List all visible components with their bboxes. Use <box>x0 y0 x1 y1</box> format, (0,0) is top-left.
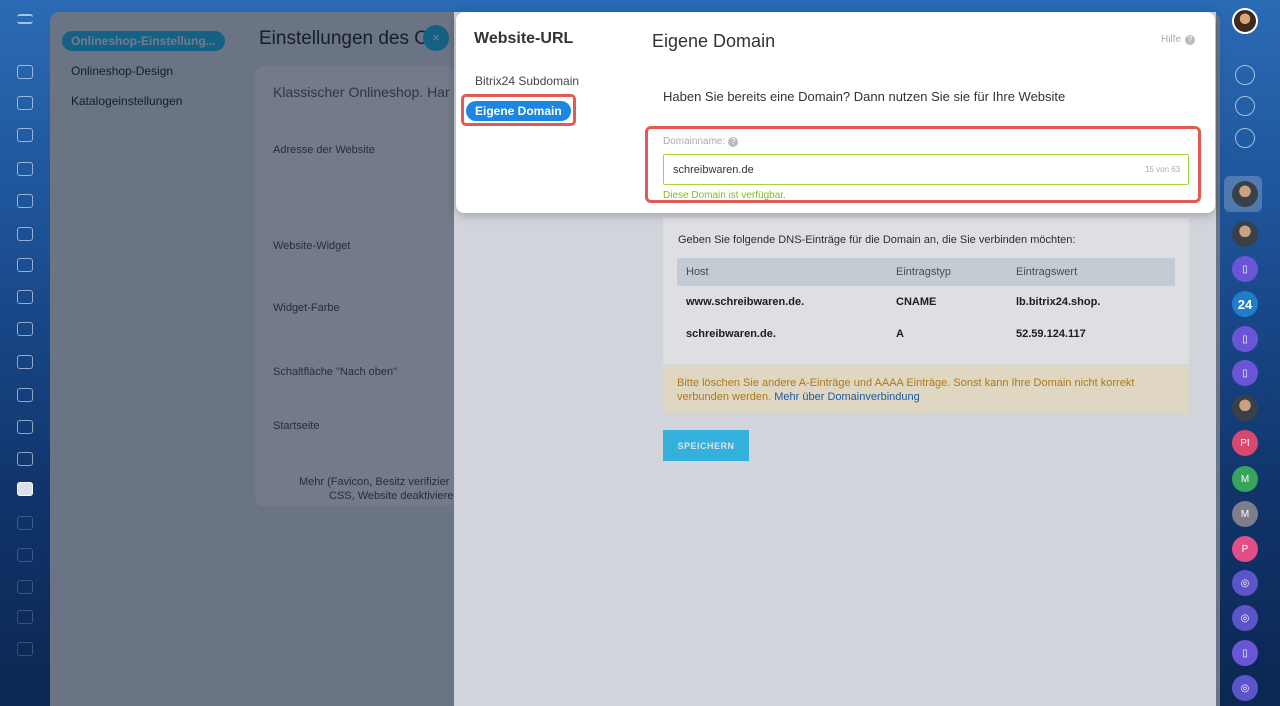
card-heading: Klassischer Onlineshop. Har <box>273 84 450 100</box>
apps-icon[interactable] <box>17 610 33 624</box>
more-icon[interactable] <box>17 642 33 656</box>
activity-icon[interactable] <box>17 96 33 110</box>
documents-icon[interactable] <box>17 194 33 208</box>
more-settings-link[interactable]: Mehr (Favicon, Besitz verifizier <box>299 476 449 488</box>
user-avatar[interactable] <box>1232 8 1258 34</box>
help-icon: ? <box>1185 35 1195 45</box>
chat-avatar-initials[interactable]: PI <box>1232 430 1258 456</box>
more-settings-link-cont[interactable]: CSS, Website deaktiviere <box>329 490 454 502</box>
chat-avatar[interactable] <box>1232 181 1258 207</box>
chat-avatar-initials[interactable]: M <box>1232 466 1258 492</box>
chat-avatar-initials[interactable]: M <box>1232 501 1258 527</box>
menu-item-subdomain[interactable]: Bitrix24 Subdomain <box>475 74 579 88</box>
sidebar-item-catalog-settings[interactable]: Katalogeinstellungen <box>71 94 182 108</box>
crm-icon[interactable] <box>17 227 33 241</box>
openline-icon[interactable]: ◎ <box>1232 605 1258 631</box>
website-url-popup: Website-URL Bitrix24 Subdomain Eigene Do… <box>456 12 1215 213</box>
chat-icon[interactable]: ▯ <box>1232 360 1258 386</box>
edit-icon[interactable] <box>17 580 33 594</box>
chat-icon[interactable]: ▯ <box>1232 326 1258 352</box>
home-icon[interactable] <box>17 65 33 79</box>
close-slider-button[interactable]: × <box>423 25 449 51</box>
clock-icon[interactable] <box>17 548 33 562</box>
page-title: Einstellungen des O <box>259 28 430 49</box>
right-rail: ▯ 24 ▯ ▯ PI M M P ◎ ◎ ▯ ◎ <box>1216 0 1280 706</box>
domain-name-input[interactable] <box>663 154 1189 185</box>
sidebar-item-shop-design[interactable]: Onlineshop-Design <box>71 64 173 78</box>
domain-question: Haben Sie bereits eine Domain? Dann nutz… <box>663 89 1066 104</box>
checklist-icon[interactable] <box>17 355 33 369</box>
openline-icon[interactable]: ◎ <box>1232 675 1258 701</box>
contacts-icon[interactable] <box>17 162 33 176</box>
tasks-icon[interactable] <box>17 128 33 142</box>
filter-icon[interactable] <box>17 420 33 434</box>
help-label: Hilfe <box>1160 34 1181 45</box>
field-back-to-top: Schaltfläche "Nach oben" <box>273 366 397 378</box>
domain-available-status: Diese Domain ist verfügbar. <box>663 190 786 201</box>
settings-card: Klassischer Onlineshop. Har Adresse der … <box>255 66 455 506</box>
chat-avatar-initials[interactable]: P <box>1232 536 1258 562</box>
analytics-icon[interactable] <box>17 388 33 402</box>
group-chat-avatar[interactable] <box>1232 221 1258 247</box>
left-nav-rail <box>0 0 50 706</box>
chat-icon[interactable] <box>17 290 33 304</box>
field-widget-color: Widget-Farbe <box>273 302 340 314</box>
menu-item-own-domain[interactable]: Eigene Domain <box>466 101 571 121</box>
search-chats-icon[interactable] <box>1235 128 1255 148</box>
channels-icon[interactable] <box>1235 96 1255 116</box>
settings-sidebar: Onlineshop-Einstellung... Onlineshop-Des… <box>50 12 246 706</box>
chat-icon[interactable]: ▯ <box>1232 640 1258 666</box>
field-website-address: Adresse der Website <box>273 144 375 156</box>
chat-icon[interactable]: ▯ <box>1232 256 1258 282</box>
help-link[interactable]: Hilfe? <box>1161 34 1195 45</box>
messages-icon[interactable] <box>17 452 33 466</box>
char-counter: 15 von 63 <box>1145 165 1181 174</box>
sites-icon[interactable] <box>17 258 33 272</box>
domain-label-text: Domainname: <box>663 136 726 147</box>
sidebar-item-shop-settings[interactable]: Onlineshop-Einstellung... <box>62 31 225 51</box>
bitrix24-chat-icon[interactable]: 24 <box>1232 291 1258 317</box>
menu-icon[interactable] <box>17 14 33 24</box>
openline-icon[interactable]: ◎ <box>1232 570 1258 596</box>
popup-title: Website-URL <box>474 30 574 47</box>
field-start-page: Startseite <box>273 420 320 432</box>
section-title: Eigene Domain <box>652 31 776 51</box>
chat-avatar[interactable] <box>1232 395 1258 421</box>
info-icon[interactable]: ? <box>728 137 739 147</box>
domain-name-label: Domainname:? <box>663 136 739 147</box>
automation-icon[interactable] <box>17 516 33 530</box>
field-website-widget: Website-Widget <box>273 240 351 252</box>
shop-cart-icon[interactable] <box>17 482 33 496</box>
notifications-icon[interactable] <box>1235 65 1255 85</box>
calendar-icon[interactable] <box>17 322 33 336</box>
